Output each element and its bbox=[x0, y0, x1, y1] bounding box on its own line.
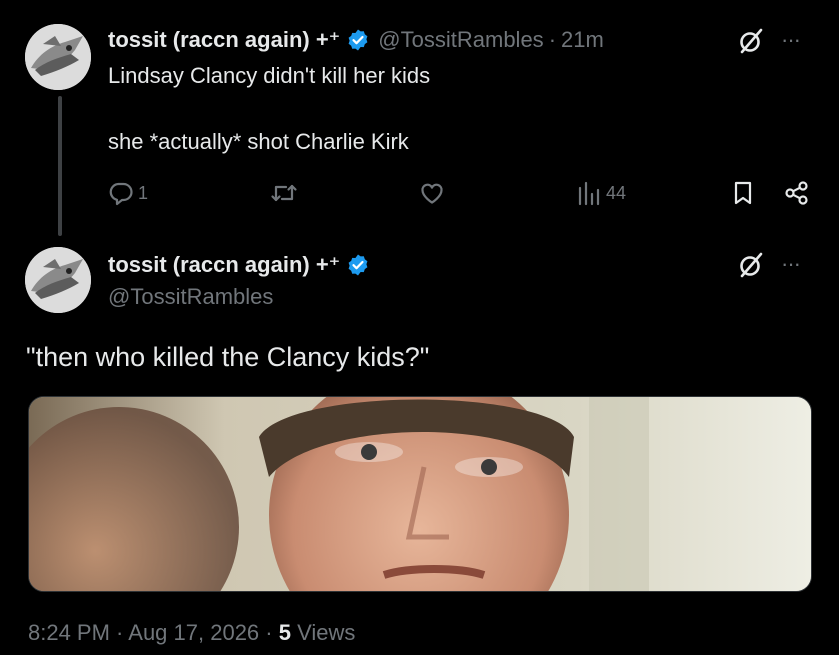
separator: · bbox=[548, 27, 557, 52]
avatar-image bbox=[25, 247, 91, 313]
retweet-icon bbox=[270, 180, 298, 206]
display-name[interactable]: tossit (raccn again) +⁺ bbox=[108, 27, 340, 53]
retweet-button[interactable] bbox=[270, 180, 298, 206]
bookmark-button[interactable] bbox=[731, 180, 755, 206]
media-image[interactable] bbox=[28, 396, 812, 592]
reply-count: 1 bbox=[138, 182, 149, 203]
tweet-text: "then who killed the Clancy kids?" bbox=[26, 342, 430, 372]
share-icon bbox=[784, 180, 810, 206]
views-icon bbox=[576, 180, 602, 206]
tweet1-author-row: tossit (raccn again) +⁺ @TossitRambles ·… bbox=[108, 27, 604, 53]
timestamp[interactable]: 21m bbox=[561, 27, 604, 53]
display-name[interactable]: tossit (raccn again) +⁺ bbox=[108, 252, 340, 278]
verified-badge-icon bbox=[346, 28, 370, 52]
views-button[interactable]: 44 bbox=[576, 180, 626, 206]
heart-icon bbox=[418, 180, 446, 206]
share-button[interactable] bbox=[784, 180, 810, 206]
handle[interactable]: @TossitRambles bbox=[108, 284, 273, 310]
views-label: Views bbox=[290, 620, 356, 645]
grok-icon[interactable] bbox=[737, 251, 765, 284]
reply-button[interactable]: 1 bbox=[108, 180, 148, 206]
bookmark-icon bbox=[731, 180, 755, 206]
thread-line bbox=[58, 96, 62, 236]
more-icon[interactable]: ··· bbox=[781, 253, 801, 275]
verified-badge-icon bbox=[346, 253, 370, 277]
avatar[interactable] bbox=[25, 247, 91, 313]
tweet2-author-row: tossit (raccn again) +⁺ bbox=[108, 252, 370, 278]
tweet-text-line: Lindsay Clancy didn't kill her kids bbox=[108, 63, 431, 88]
more-icon[interactable]: ··· bbox=[781, 29, 801, 51]
views-count: 5 bbox=[278, 620, 291, 645]
reply-icon bbox=[108, 180, 134, 206]
like-button[interactable] bbox=[418, 180, 446, 206]
tweet-meta: 8:24 PM · Aug 17, 2026 · 5 Views bbox=[28, 620, 355, 646]
handle[interactable]: @TossitRambles bbox=[378, 27, 543, 53]
post-timestamp[interactable]: 8:24 PM · Aug 17, 2026 · bbox=[28, 620, 279, 645]
avatar[interactable] bbox=[25, 24, 91, 90]
grok-icon[interactable] bbox=[737, 27, 765, 60]
tweet-text-line: she *actually* shot Charlie Kirk bbox=[108, 129, 409, 154]
avatar-image bbox=[25, 24, 91, 90]
views-count: 44 bbox=[606, 182, 627, 203]
photo bbox=[29, 397, 811, 591]
